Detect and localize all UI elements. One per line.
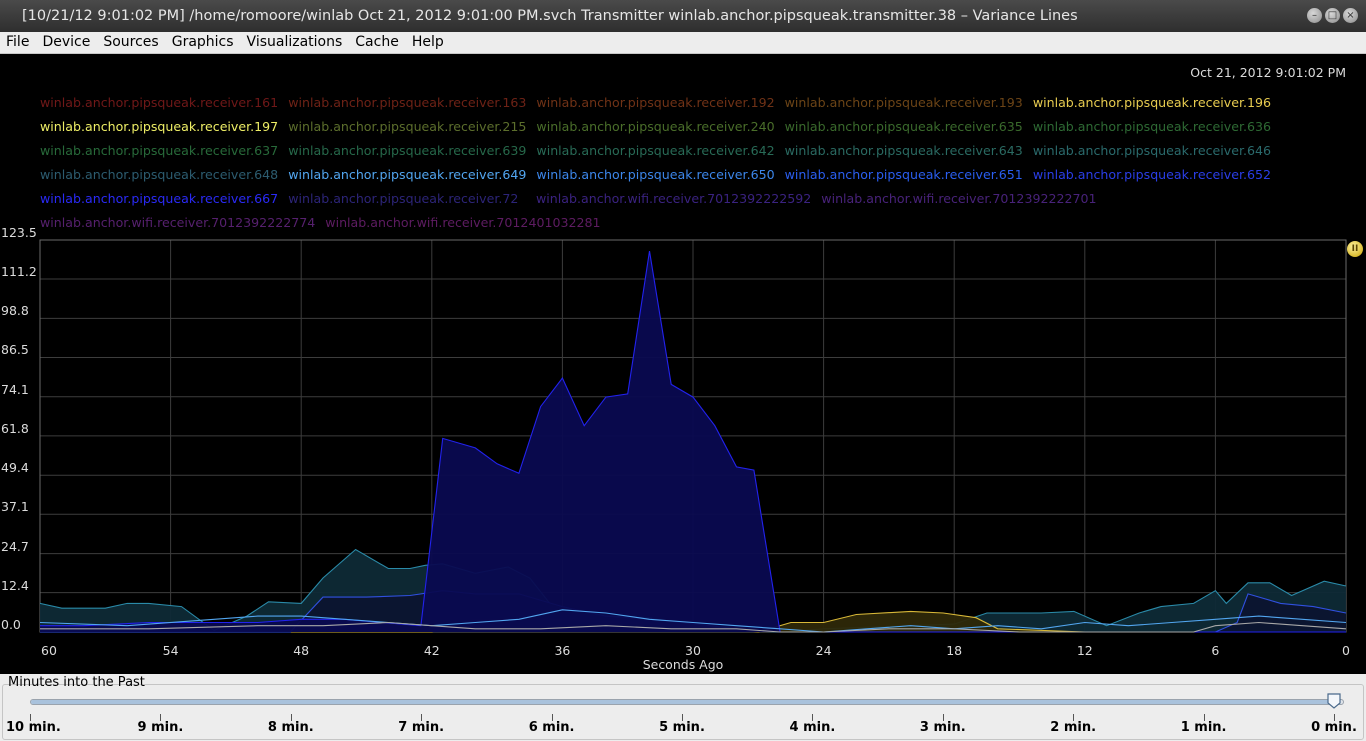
slider-label: 9 min. — [137, 720, 184, 735]
slider-fill — [31, 700, 1335, 704]
slider-label: 0 min. — [1311, 720, 1357, 735]
minimize-icon[interactable]: – — [1307, 8, 1322, 23]
slider-thumb[interactable] — [1327, 693, 1341, 709]
x-tick-label: 30 — [685, 643, 701, 658]
slider-label: 8 min. — [267, 720, 314, 735]
slider-label: 5 min. — [659, 720, 705, 735]
variance-chart — [39, 239, 1347, 633]
window-controls: – □ × — [1307, 8, 1358, 23]
menu-file[interactable]: File — [0, 32, 36, 53]
y-tick-label: 0.0 — [1, 617, 21, 632]
y-tick-label: 12.4 — [1, 577, 29, 593]
slider-label: 3 min. — [919, 720, 966, 735]
maximize-icon[interactable]: □ — [1325, 8, 1340, 23]
pause-icon[interactable]: II — [1347, 241, 1363, 257]
menu-visualizations[interactable]: Visualizations — [240, 32, 349, 53]
x-axis-title: Seconds Ago — [642, 657, 724, 672]
slider-label: 1 min. — [1180, 720, 1227, 735]
y-tick-label: 86.5 — [1, 342, 29, 358]
y-tick-label: 98.8 — [1, 303, 29, 319]
x-tick-label: 36 — [554, 643, 571, 658]
slider-label: 10 min. — [6, 720, 61, 735]
slider-label: 4 min. — [789, 720, 836, 735]
menu-help[interactable]: Help — [405, 32, 450, 53]
y-tick-label: 61.8 — [1, 420, 29, 436]
slider-track[interactable] — [30, 699, 1344, 705]
menu-cache[interactable]: Cache — [349, 32, 406, 53]
x-tick-label: 0 — [1342, 643, 1350, 658]
y-tick-label: 123.5 — [1, 225, 37, 240]
x-tick-label: 48 — [293, 643, 310, 658]
y-tick-label: 24.7 — [1, 538, 29, 554]
slider-label: 6 min. — [528, 720, 575, 735]
x-tick-label: 54 — [162, 643, 179, 658]
y-tick-label: 49.4 — [1, 460, 29, 476]
x-tick-label: 18 — [946, 643, 963, 658]
x-tick-label: 6 — [1211, 643, 1220, 658]
slider-label: 2 min. — [1050, 720, 1097, 735]
x-tick-label: 42 — [423, 643, 440, 658]
menu-sources[interactable]: Sources — [97, 32, 165, 53]
menu-bar: File Device Sources Graphics Visualizati… — [0, 32, 1366, 54]
x-tick-label: 60 — [41, 643, 57, 658]
time-slider-panel: Minutes into the Past 10 min. 9 min. 8 min… — [0, 674, 1366, 741]
slider-title: Minutes into the Past — [8, 675, 145, 690]
y-tick-label: 111.2 — [1, 264, 37, 280]
close-icon[interactable]: × — [1343, 8, 1358, 23]
visualization-panel: Oct 21, 2012 9:01:02 PM winlab.anchor.pi… — [0, 54, 1366, 674]
slider-label: 7 min. — [398, 720, 445, 735]
window-title: [10/21/12 9:01:02 PM] /home/romoore/winl… — [22, 8, 1078, 24]
x-tick-label: 12 — [1076, 643, 1093, 658]
menu-device[interactable]: Device — [36, 32, 97, 53]
y-tick-label: 37.1 — [1, 499, 29, 515]
x-tick-label: 24 — [815, 643, 832, 658]
y-tick-label: 74.1 — [1, 381, 29, 397]
window-titlebar[interactable]: [10/21/12 9:01:02 PM] /home/romoore/winl… — [0, 0, 1366, 32]
menu-graphics[interactable]: Graphics — [165, 32, 240, 53]
